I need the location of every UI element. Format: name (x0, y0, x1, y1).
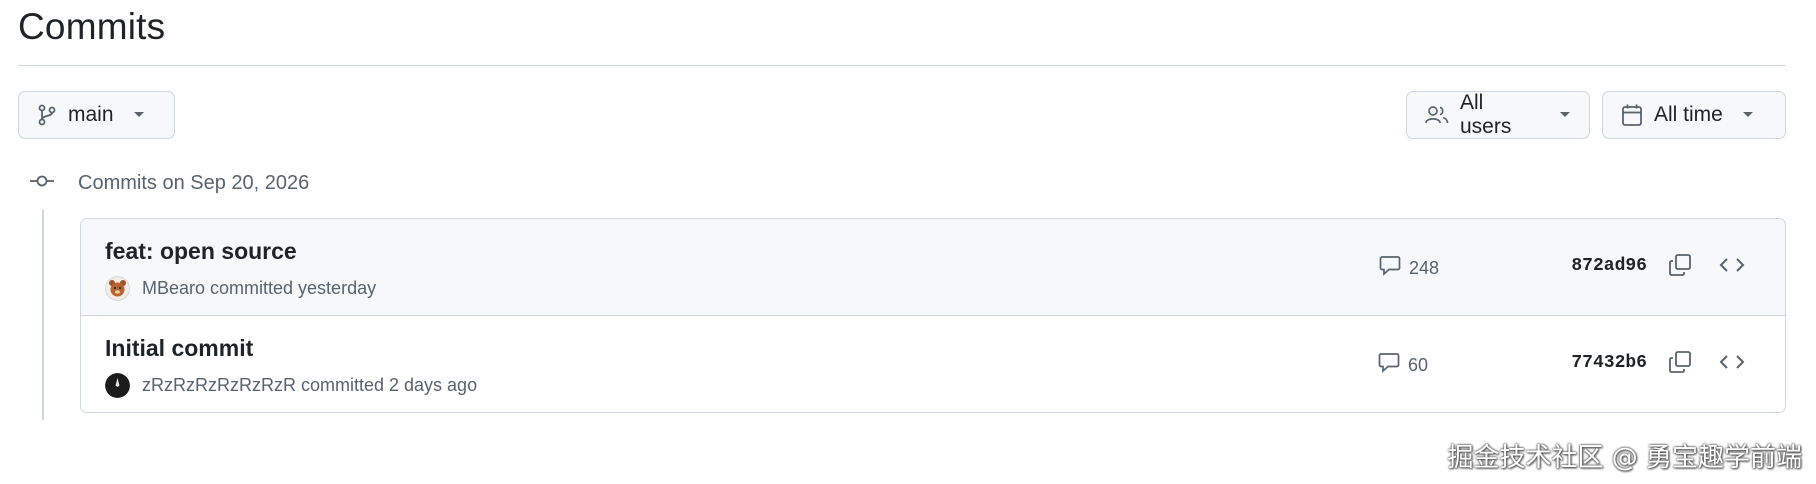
commit-message-link[interactable]: Initial commit (105, 335, 253, 362)
commit-row: Initial commit zRzRzRzRzRzRzR committed … (81, 316, 1785, 412)
calendar-icon (1621, 103, 1643, 127)
avatar[interactable] (105, 276, 130, 301)
copy-icon[interactable] (1668, 350, 1692, 379)
git-branch-icon (37, 104, 57, 126)
commit-message-link[interactable]: feat: open source (105, 238, 297, 265)
comments-link[interactable]: 60 (1378, 352, 1428, 378)
comments-link[interactable]: 248 (1379, 255, 1439, 281)
commit-list: feat: open source MBearo committed yeste… (80, 218, 1786, 413)
commit-group-date: Commits on Sep 20, 2026 (78, 172, 310, 194)
time-filter-button[interactable]: All time (1602, 91, 1786, 139)
title-divider (18, 65, 1786, 66)
git-commit-icon (30, 174, 54, 193)
commit-author-text: MBearo committed yesterday (142, 278, 377, 298)
avatar[interactable] (105, 373, 130, 398)
chevron-down-icon (1559, 111, 1571, 119)
time-filter-label: All time (1654, 103, 1723, 126)
copy-icon[interactable] (1668, 253, 1692, 282)
commit-sha-link[interactable]: 77432b6 (1571, 353, 1647, 373)
comment-icon (1378, 352, 1400, 378)
watermark-text: 掘金技术社区 @ 勇宝趣学前端 (1447, 443, 1802, 473)
commit-sha-link[interactable]: 872ad96 (1571, 256, 1647, 276)
commit-row: feat: open source MBearo committed yeste… (81, 219, 1785, 316)
chevron-down-icon (1742, 111, 1754, 119)
commit-group-header: Commits on Sep 20, 2026 (30, 172, 309, 195)
branch-selector-button[interactable]: main (18, 91, 175, 139)
branch-label: main (68, 103, 114, 126)
commit-meta: MBearo committed yesterday (105, 276, 376, 301)
code-icon[interactable] (1719, 254, 1745, 281)
comment-count: 248 (1408, 257, 1439, 278)
users-filter-button[interactable]: All users (1406, 91, 1590, 139)
comment-icon (1379, 255, 1401, 281)
commit-meta: zRzRzRzRzRzRzR committed 2 days ago (105, 373, 477, 398)
code-icon[interactable] (1719, 351, 1745, 378)
people-icon (1425, 105, 1449, 125)
chevron-down-icon (133, 111, 145, 119)
page-title: Commits (18, 6, 166, 47)
users-filter-label: All users (1460, 91, 1512, 138)
timeline-line (42, 210, 44, 420)
comment-count: 60 (1407, 354, 1428, 375)
commit-author-text: zRzRzRzRzRzRzR committed 2 days ago (142, 375, 478, 395)
